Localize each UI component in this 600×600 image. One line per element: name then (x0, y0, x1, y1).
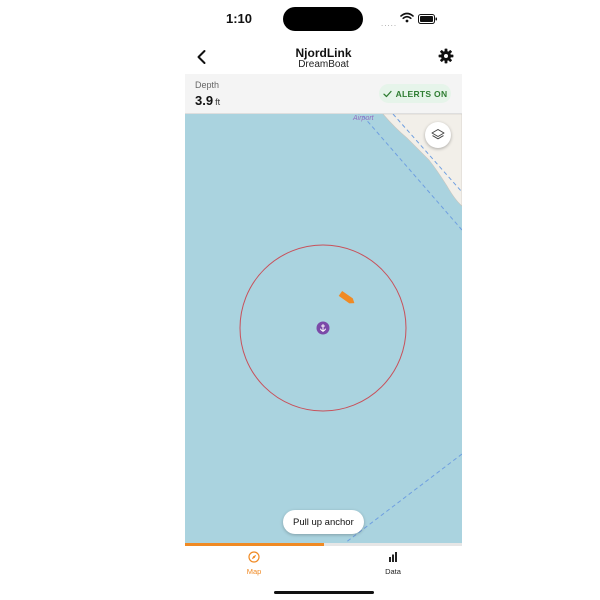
bar-chart-icon (389, 552, 397, 562)
alerts-badge[interactable]: ALERTS ON (379, 84, 451, 103)
map-view[interactable]: Airport Pull up anchor (185, 113, 462, 544)
checkmark-icon (382, 90, 392, 97)
layers-icon (431, 129, 445, 140)
pull-up-anchor-button[interactable]: Pull up anchor (283, 510, 364, 534)
map-layers-button[interactable] (425, 122, 451, 148)
map-place-label: Airport (352, 115, 375, 122)
anchor-icon[interactable] (316, 321, 330, 335)
depth-unit: ft (215, 97, 221, 107)
map-canvas[interactable]: Airport (185, 113, 462, 544)
navigation-bar: NjordLink DreamBoat (185, 40, 462, 74)
tab-data[interactable]: Data (324, 551, 462, 583)
status-bar: 1:10 ..... (185, 0, 462, 38)
gear-icon[interactable] (438, 48, 454, 64)
depth-value: 3.9 (195, 93, 214, 108)
tab-data-label: Data (385, 567, 401, 576)
depth-panel: Depth 3.9 ft ALERTS ON (185, 74, 462, 114)
compass-icon (248, 551, 260, 563)
app-screen: 1:10 ..... NjordLink DreamBoat Depth 3.9… (185, 0, 462, 600)
page-title: NjordLink (295, 46, 352, 60)
tab-progress-track (185, 543, 462, 546)
wifi-icon (400, 12, 414, 23)
boat-name: DreamBoat (298, 59, 349, 70)
dynamic-island (283, 7, 363, 31)
status-time: 1:10 (226, 11, 253, 26)
battery-icon (418, 14, 437, 24)
tab-progress-fill (185, 543, 324, 546)
tab-map-label: Map (246, 567, 262, 576)
tab-map[interactable]: Map (185, 551, 323, 583)
depth-reading: 3.9 ft (195, 93, 220, 108)
alerts-label: ALERTS ON (395, 88, 448, 99)
cellular-signal-icon: ..... (381, 19, 398, 28)
home-indicator (274, 591, 374, 594)
depth-label: Depth (195, 80, 220, 90)
